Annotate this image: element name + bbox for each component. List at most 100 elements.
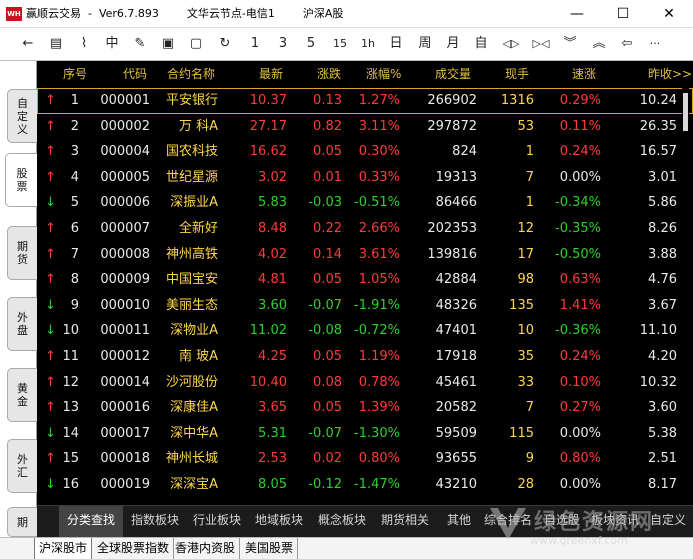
cell-vol: 93655 [435,451,477,467]
period-day[interactable]: 日 [385,33,407,55]
cell-code: 000010 [100,297,150,313]
scrollbar-thumb[interactable] [683,93,688,131]
column-header[interactable]: 涨幅% [366,61,401,87]
app-name: 赢顺云交易 [26,7,81,20]
market-tab-0[interactable]: 沪深股市 [34,538,93,559]
cell-no: 4 [70,169,79,185]
page-up-icon[interactable]: ︽ [588,33,610,55]
left-tab-0[interactable]: 自定义 [7,89,37,143]
table-row[interactable]: ↑ 12 000014 沙河股份 10.40 0.08 0.78% 45461 33 0.10% 1… [37,370,693,396]
table-row[interactable]: ↑ 1 000001 平安银行 10.37 0.13 1.27% 266902 1316 0.29… [37,88,693,114]
table-row[interactable]: ↓ 14 000017 深中华A 5.31 -0.07 -1.30% 59509 115 0.00… [37,421,693,447]
sub-tab-1[interactable]: 指数板块 [125,506,185,538]
table-row[interactable]: ↑ 2 000002 万 科A 27.17 0.82 3.11% 297872 53 0.11% 2… [37,114,693,140]
kline-icon[interactable]: 中 [101,33,123,55]
cell-code: 000006 [100,195,150,211]
column-header[interactable]: 最新 [259,61,283,87]
cell-prev: 3.67 [648,297,677,313]
cell-prev: 4.20 [648,349,677,364]
table-row[interactable]: ↓ 10 000011 深物业A 11.02 -0.08 -0.72% 47401 10 -0.3… [37,318,693,344]
table-row[interactable]: ↑ 6 000007 全新好 8.48 0.22 2.66% 202353 12 -0.35% 8.… [37,216,693,242]
save-icon[interactable]: ▢ [185,33,207,55]
cell-no: 1 [70,93,79,108]
sub-tab-5[interactable]: 期货相关 [374,506,436,538]
sub-tab-0[interactable]: 分类查找 [59,506,123,538]
line-chart-icon[interactable]: ⌇ [73,33,95,55]
cell-speed: 0.00% [559,477,601,492]
sub-tab-8[interactable]: 自选股 [537,506,587,538]
left-tab-6[interactable]: 期 [7,507,37,537]
period-month[interactable]: 月 [442,33,464,55]
sub-tab-4[interactable]: 概念板块 [312,506,372,538]
more-icon[interactable]: ··· [644,33,666,55]
table-row[interactable]: ↓ 16 000019 深深宝A 8.05 -0.12 -1.47% 43210 28 0.00%… [37,472,693,498]
table-row[interactable]: ↑ 11 000012 南 玻A 4.25 0.05 1.19% 17918 35 0.24% 4.… [37,344,693,370]
table-row[interactable]: ↓ 9 000010 美丽生态 3.60 -0.07 -1.91% 48326 135 1.41%… [37,293,693,319]
left-tab-3[interactable]: 外盘 [7,297,37,351]
back-arrow-icon[interactable]: ← [17,33,39,55]
zoom-in-icon[interactable]: ◁▷ [500,33,522,55]
cell-name: 神州高铁 [165,246,218,262]
cell-prev: 4.76 [648,272,677,288]
column-header[interactable]: 昨收>> [648,61,692,87]
column-header[interactable]: 合约名称 [167,61,215,87]
column-header[interactable]: 成交量 [435,61,471,87]
market-tab-2[interactable]: 香港内资股 [171,538,241,559]
arrow-down-icon: ↓ [45,477,56,492]
sub-tab-7[interactable]: 综合排名 [482,506,534,538]
table-row[interactable]: ↑ 8 000009 中国宝安 4.81 0.05 1.05% 42884 98 0.63% 4.7… [37,267,693,293]
period-week[interactable]: 周 [414,33,436,55]
period-1h[interactable]: 1h [357,33,379,55]
period-custom[interactable]: 自 [470,33,492,55]
quote-list-icon[interactable]: ▤ [45,33,67,55]
maximize-icon[interactable]: ☐ [600,0,646,28]
category-sub-tabs: 分类查找 指数板块 行业板块 地域板块 概念板块 期货相关 其他 综合排名 自选股 板块资讯 自定义 [37,505,693,538]
left-tab-1[interactable]: 股票 [5,153,38,207]
cell-speed: 0.10% [559,374,601,390]
cell-chg: 0.22 [313,221,342,236]
column-header[interactable]: 序号 [63,61,87,87]
cell-code: 000012 [100,349,150,364]
left-tab-5[interactable]: 外汇 [7,439,37,493]
cell-code: 000016 [100,400,150,416]
table-row[interactable]: ↑ 7 000008 神州高铁 4.02 0.14 3.61% 139816 17 -0.50% 3… [37,242,693,268]
market-tab-3[interactable]: 美国股票 [241,538,299,559]
f10-icon[interactable]: ▣ [157,33,179,55]
cell-last: 4.02 [258,246,287,262]
refresh-icon[interactable]: ↻ [214,33,236,55]
minimize-icon[interactable]: — [554,0,600,28]
period-15[interactable]: 15 [329,33,351,55]
column-header[interactable]: 速涨 [572,61,596,87]
zoom-out-icon[interactable]: ▷◁ [530,33,552,55]
table-row[interactable]: ↓ 5 000006 深振业A 5.83 -0.03 -0.51% 86466 1 -0.34% 5… [37,190,693,216]
period-5[interactable]: 5 [300,33,322,55]
column-header[interactable]: 涨跌 [317,61,341,87]
market-tab-1[interactable]: 全球股票指数 [93,538,175,559]
toolbar: ← ▤ ⌇ 中 ✎ ▣ ▢ ↻ 1 3 5 15 1h 日周月自 ◁▷ ▷◁ ︾ ︽ ⇦ ··· [0,28,693,61]
sub-tab-2[interactable]: 行业板块 [187,506,247,538]
cell-vol: 19313 [435,169,477,185]
page-down-icon[interactable]: ︾ [559,33,581,55]
sub-tab-3[interactable]: 地域板块 [249,506,309,538]
cell-no: 15 [62,451,79,467]
period-1[interactable]: 1 [244,33,266,55]
period-3[interactable]: 3 [272,33,294,55]
draw-icon[interactable]: ✎ [129,33,151,55]
table-row[interactable]: ↑ 3 000004 国农科技 16.62 0.05 0.30% 824 1 0.24% 16.57 [37,139,693,165]
left-icon[interactable]: ⇦ [616,33,638,55]
sub-tab-10[interactable]: 自定义 [643,506,693,538]
sub-tab-6[interactable]: 其他 [439,506,479,538]
left-tab-4[interactable]: 黄金 [7,368,37,422]
column-header[interactable]: 现手 [505,61,529,87]
table-row[interactable]: ↑ 15 000018 神州长城 2.53 0.02 0.80% 93655 9 0.80% 2.5… [37,446,693,472]
cell-prev: 5.86 [648,195,677,211]
left-tab-2[interactable]: 期货 [7,226,37,280]
vertical-scrollbar[interactable] [682,87,689,505]
column-header[interactable]: 代码 [123,61,147,87]
table-row[interactable]: ↑ 13 000016 深康佳A 3.65 0.05 1.39% 20582 7 0.27% 3.6… [37,395,693,421]
close-icon[interactable]: ✕ [646,0,692,28]
table-row[interactable]: ↑ 4 000005 世纪星源 3.02 0.01 0.33% 19313 7 0.00% 3.01 [37,165,693,191]
cell-prev: 8.17 [648,477,677,492]
sub-tab-9[interactable]: 板块资讯 [589,506,641,538]
cell-hand: 9 [525,451,534,467]
